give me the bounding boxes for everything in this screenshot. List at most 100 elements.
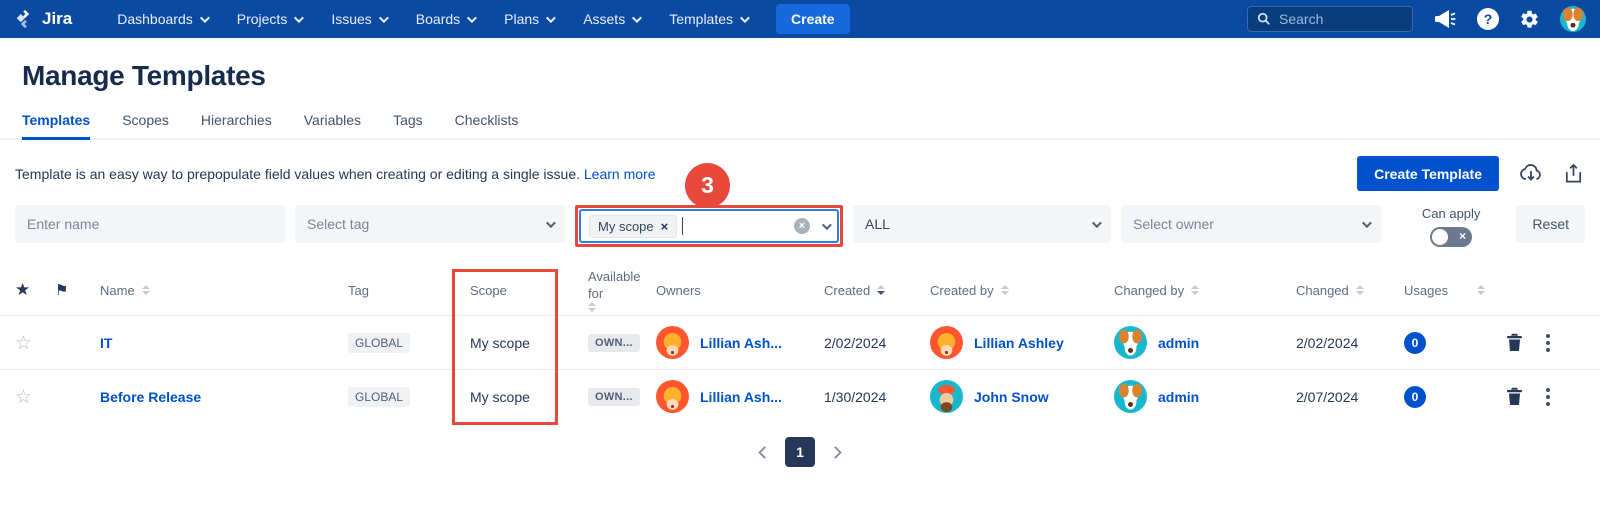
create-button[interactable]: Create xyxy=(776,4,850,34)
changed-by-avatar xyxy=(1114,380,1147,413)
chevron-down-icon xyxy=(200,13,210,23)
tab-hierarchies[interactable]: Hierarchies xyxy=(201,112,272,138)
global-search[interactable] xyxy=(1247,6,1413,32)
column-header-flag[interactable]: ⚑ xyxy=(55,281,100,299)
nav-item-label: Templates xyxy=(669,11,733,27)
nav-item-plans[interactable]: Plans xyxy=(491,0,566,38)
chevron-down-icon xyxy=(294,13,304,23)
row-actions xyxy=(1500,331,1585,355)
column-header-usages[interactable]: Usages xyxy=(1404,283,1500,298)
nav-item-templates[interactable]: Templates xyxy=(656,0,760,38)
created-by-avatar xyxy=(930,380,963,413)
annotation-step-badge: 3 xyxy=(685,163,730,208)
import-button[interactable] xyxy=(1519,162,1543,186)
create-template-button[interactable]: Create Template xyxy=(1357,156,1499,191)
created-by-link[interactable]: Lillian Ashley xyxy=(974,335,1064,351)
header-label: Changed xyxy=(1296,283,1349,298)
sort-icon xyxy=(1001,285,1009,295)
announcements-button[interactable] xyxy=(1433,8,1457,30)
category-filter-select[interactable]: ALL xyxy=(853,205,1111,243)
owner-avatar xyxy=(656,380,689,413)
reset-button[interactable]: Reset xyxy=(1516,205,1585,243)
created-cell: 2/02/2024 xyxy=(824,335,930,351)
delete-button[interactable] xyxy=(1506,333,1523,352)
trash-icon xyxy=(1506,387,1523,406)
owner-filter-select[interactable]: Select owner xyxy=(1121,205,1381,243)
tab-tags[interactable]: Tags xyxy=(393,112,423,138)
owner-link[interactable]: Lillian Ash... xyxy=(700,389,782,405)
tab-templates[interactable]: Templates xyxy=(22,112,90,140)
owner-avatar xyxy=(656,326,689,359)
column-header-name[interactable]: Name xyxy=(100,283,348,298)
changed-by-link[interactable]: admin xyxy=(1158,335,1199,351)
sort-desc-icon xyxy=(877,285,885,295)
favorite-star-icon[interactable]: ☆ xyxy=(15,332,32,354)
more-actions-button[interactable] xyxy=(1543,385,1553,409)
table-row: ☆ Before Release GLOBAL My scope OWN... … xyxy=(0,369,1600,423)
nav-item-label: Plans xyxy=(504,11,539,27)
next-page-icon[interactable] xyxy=(829,446,842,459)
search-input[interactable] xyxy=(1279,11,1399,27)
jira-logo-icon xyxy=(14,8,36,30)
tab-variables[interactable]: Variables xyxy=(304,112,361,138)
scope-filter-select[interactable]: My scope × × xyxy=(579,209,839,243)
tab-scopes[interactable]: Scopes xyxy=(122,112,169,138)
chip-remove-icon[interactable]: × xyxy=(661,220,669,233)
brand-name: Jira xyxy=(42,9,72,29)
tag-filter-select[interactable]: Select tag xyxy=(295,205,565,243)
can-apply-label: Can apply xyxy=(1422,206,1481,221)
column-header-favorite[interactable]: ★ xyxy=(15,280,55,300)
changed-by-cell: admin xyxy=(1114,380,1296,413)
nav-item-projects[interactable]: Projects xyxy=(224,0,315,38)
settings-button[interactable] xyxy=(1519,9,1540,30)
column-header-changed[interactable]: Changed xyxy=(1296,283,1404,298)
export-button[interactable] xyxy=(1563,162,1584,186)
created-by-link[interactable]: John Snow xyxy=(974,389,1049,405)
favorite-star-icon[interactable]: ☆ xyxy=(15,386,32,408)
owners-cell: Lillian Ash... xyxy=(656,380,824,413)
name-filter-input[interactable] xyxy=(27,216,273,232)
nav-item-assets[interactable]: Assets xyxy=(570,0,652,38)
column-header-owners[interactable]: Owners xyxy=(656,283,824,298)
user-avatar[interactable] xyxy=(1560,6,1586,32)
page-number-button[interactable]: 1 xyxy=(785,437,815,467)
template-name-link[interactable]: Before Release xyxy=(100,389,201,405)
previous-page-icon[interactable] xyxy=(758,446,771,459)
nav-item-issues[interactable]: Issues xyxy=(318,0,398,38)
nav-item-label: Dashboards xyxy=(117,11,193,27)
column-header-changed-by[interactable]: Changed by xyxy=(1114,283,1296,298)
jira-logo[interactable]: Jira xyxy=(14,8,72,30)
clear-selection-icon[interactable]: × xyxy=(794,218,810,234)
scope-filter-annotation-box: My scope × × xyxy=(575,205,843,247)
chevron-down-icon xyxy=(1362,218,1372,228)
changed-by-link[interactable]: admin xyxy=(1158,389,1199,405)
available-for-badge: OWN... xyxy=(588,388,640,406)
column-header-tag[interactable]: Tag xyxy=(348,283,470,298)
chevron-down-icon xyxy=(822,220,832,230)
delete-button[interactable] xyxy=(1506,387,1523,406)
header-label: Scope xyxy=(470,283,507,298)
help-button[interactable]: ? xyxy=(1477,8,1499,30)
template-name-link[interactable]: IT xyxy=(100,335,112,351)
owner-link[interactable]: Lillian Ash... xyxy=(700,335,782,351)
usages-count-badge: 0 xyxy=(1404,332,1426,354)
nav-item-label: Issues xyxy=(331,11,371,27)
changed-cell: 2/07/2024 xyxy=(1296,389,1404,405)
sort-icon xyxy=(1191,285,1199,295)
column-header-scope[interactable]: Scope xyxy=(470,283,588,298)
chevron-down-icon xyxy=(546,218,556,228)
scope-cell: My scope xyxy=(470,389,588,405)
header-label: Created by xyxy=(930,283,994,298)
more-actions-button[interactable] xyxy=(1543,331,1553,355)
learn-more-link[interactable]: Learn more xyxy=(584,166,656,182)
tab-checklists[interactable]: Checklists xyxy=(455,112,519,138)
name-filter[interactable] xyxy=(15,205,285,243)
created-by-cell: John Snow xyxy=(930,380,1114,413)
can-apply-toggle[interactable]: × xyxy=(1430,227,1472,247)
nav-item-boards[interactable]: Boards xyxy=(403,0,487,38)
column-header-created[interactable]: Created xyxy=(824,283,930,298)
column-header-available-for[interactable]: Available for xyxy=(588,268,656,312)
nav-item-dashboards[interactable]: Dashboards xyxy=(104,0,220,38)
tag-badge: GLOBAL xyxy=(348,387,410,407)
column-header-created-by[interactable]: Created by xyxy=(930,283,1114,298)
